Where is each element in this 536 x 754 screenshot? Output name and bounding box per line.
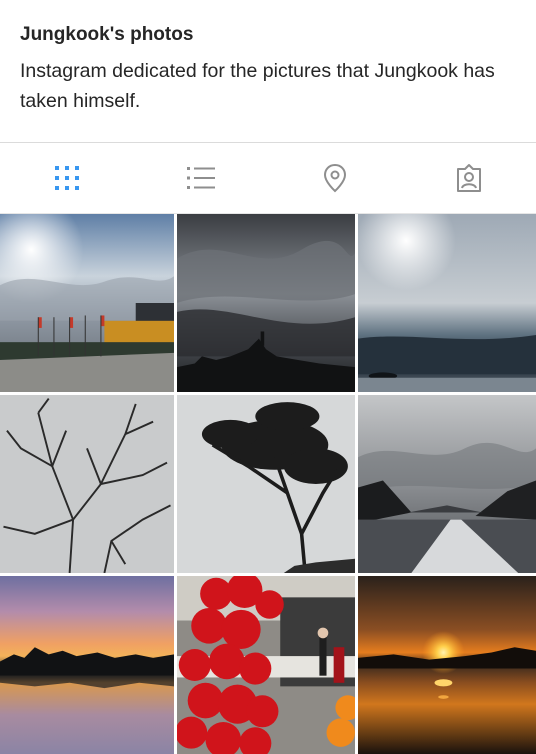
photo-thumbnail[interactable] bbox=[0, 214, 174, 392]
photo-thumbnail[interactable] bbox=[177, 214, 355, 392]
photo-thumbnail[interactable] bbox=[177, 395, 355, 573]
photo-thumbnail[interactable] bbox=[358, 214, 536, 392]
tab-grid[interactable] bbox=[0, 143, 134, 213]
tab-location[interactable] bbox=[268, 143, 402, 213]
profile-bio-section: Jungkook's photos Instagram dedicated fo… bbox=[0, 0, 536, 142]
location-pin-icon bbox=[322, 163, 348, 193]
photo-thumbnail[interactable] bbox=[358, 395, 536, 573]
tagged-person-icon bbox=[454, 163, 484, 193]
photo-thumbnail[interactable] bbox=[0, 395, 174, 573]
photo-thumbnail[interactable] bbox=[177, 576, 355, 754]
profile-name: Jungkook's photos bbox=[20, 24, 194, 45]
profile-bio: Instagram dedicated for the pictures tha… bbox=[20, 60, 495, 112]
grid-icon bbox=[54, 165, 80, 191]
photo-thumbnail[interactable] bbox=[358, 576, 536, 754]
tab-tagged[interactable] bbox=[402, 143, 536, 213]
tab-list[interactable] bbox=[134, 143, 268, 213]
profile-tab-bar bbox=[0, 143, 536, 214]
list-icon bbox=[186, 165, 216, 191]
photo-grid bbox=[0, 214, 536, 754]
photo-thumbnail[interactable] bbox=[0, 576, 174, 754]
